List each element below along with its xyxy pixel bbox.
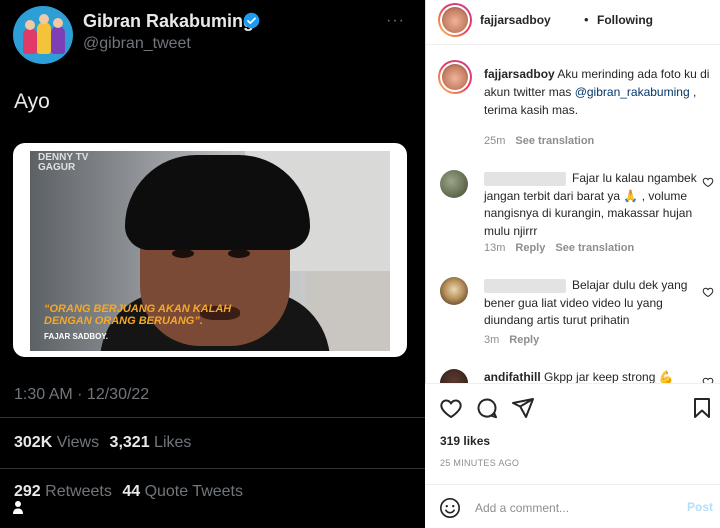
photo-quote-caption: “ORANG BERJUANG AKAN KALAH DENGAN ORANG … — [44, 303, 232, 327]
quote-tweets-stat[interactable]: 44 Quote Tweets — [122, 483, 243, 500]
comment-meta: 13m Reply See translation — [484, 242, 644, 254]
like-comment-heart-icon[interactable] — [702, 176, 714, 188]
caption-username[interactable]: fajjarsadboy — [484, 67, 555, 81]
divider — [0, 468, 425, 469]
comment-item: Belajar dulu dek yang bener gua liat vid… — [484, 277, 702, 330]
comment-bubble-icon[interactable] — [475, 396, 499, 420]
reply-button[interactable]: Reply — [515, 242, 545, 254]
caption-meta: 25m See translation — [484, 135, 604, 147]
header-separator: • — [584, 12, 589, 27]
redacted-username — [484, 278, 566, 293]
comment-text: Gkpp jar keep strong 💪 — [544, 370, 674, 384]
likes-count[interactable]: 319 likes — [440, 434, 490, 448]
person-icon — [13, 501, 23, 514]
post-comment-button[interactable]: Post — [687, 500, 713, 514]
tweet-stats-retweets-quotes: 292 Retweets 44 Quote Tweets — [14, 483, 249, 501]
tweet-media-card[interactable]: DENNY TV GAGUR “ORANG BERJUANG AKAN KALA… — [13, 143, 407, 357]
commenter-avatar[interactable] — [440, 170, 468, 198]
header-avatar[interactable] — [438, 3, 472, 37]
see-translation-link[interactable]: See translation — [555, 242, 634, 254]
twitter-panel: Gibran Rakabuming @gibran_tweet ··· Ayo … — [0, 0, 425, 528]
divider — [426, 44, 720, 45]
caption-age[interactable]: 25m — [484, 135, 505, 147]
add-comment-bar: Post — [425, 484, 720, 528]
comment-meta: 3m Reply — [484, 334, 549, 346]
add-comment-input[interactable] — [475, 498, 665, 518]
more-options-icon[interactable]: ··· — [386, 12, 405, 30]
see-translation-link[interactable]: See translation — [515, 135, 594, 147]
redacted-username — [484, 171, 566, 186]
reply-button[interactable]: Reply — [509, 334, 539, 346]
comment-age[interactable]: 13m — [484, 242, 505, 254]
tweet-text: Ayo — [14, 90, 50, 113]
save-bookmark-icon[interactable] — [690, 396, 714, 420]
likes-stat[interactable]: 3,321 Likes — [110, 434, 192, 451]
header-username[interactable]: fajjarsadboy — [480, 13, 551, 27]
divider — [0, 417, 425, 418]
post-caption: fajjarsadboy Aku merinding ada foto ku d… — [484, 65, 714, 119]
like-heart-icon[interactable] — [439, 396, 463, 420]
tweet-stats-views-likes: 302K Views 3,321 Likes — [14, 434, 197, 452]
verified-badge-icon — [243, 12, 260, 29]
post-date[interactable]: 25 MINUTES AGO — [440, 458, 519, 468]
author-handle[interactable]: @gibran_tweet — [83, 35, 191, 53]
following-button[interactable]: Following — [597, 13, 653, 27]
comment-age[interactable]: 3m — [484, 334, 499, 346]
caption-mention-link[interactable]: @gibran_rakabuming — [575, 85, 690, 99]
tweet-timestamp[interactable]: 1:30 AM · 12/30/22 — [14, 386, 149, 404]
photo-credit: FAJAR SADBOY. — [44, 332, 109, 341]
instagram-panel: fajjarsadboy • Following fajjarsadboy Ak… — [425, 0, 720, 528]
avatar[interactable] — [13, 6, 73, 64]
post-actions-section: 319 likes 25 MINUTES AGO Post — [425, 383, 720, 528]
author-name[interactable]: Gibran Rakabuming — [83, 11, 254, 32]
like-comment-heart-icon[interactable] — [702, 286, 714, 298]
comment-item: Fajar lu kalau ngambek jangan terbit dar… — [484, 170, 702, 240]
comment-username[interactable]: andifathill — [484, 370, 541, 384]
commenter-avatar[interactable] — [440, 277, 468, 305]
emoji-smiley-icon[interactable] — [439, 497, 461, 519]
share-send-icon[interactable] — [511, 396, 535, 420]
caption-avatar[interactable] — [438, 60, 472, 94]
retweets-stat[interactable]: 292 Retweets — [14, 483, 112, 500]
tweet-photo[interactable]: DENNY TV GAGUR “ORANG BERJUANG AKAN KALA… — [30, 151, 390, 351]
channel-logo: DENNY TV GAGUR — [38, 152, 89, 173]
views-stat: 302K Views — [14, 434, 100, 451]
